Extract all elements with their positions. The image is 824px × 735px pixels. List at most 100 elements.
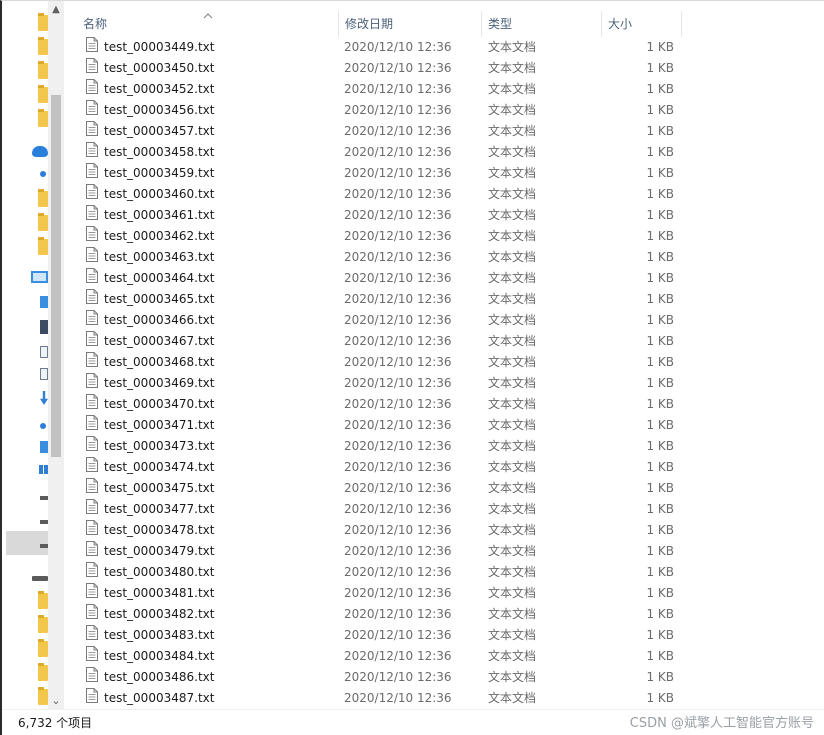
file-name[interactable]: test_00003479.txt (104, 541, 214, 562)
file-name[interactable]: test_00003467.txt (104, 331, 214, 352)
table-row[interactable]: test_00003452.txt 2020/12/10 12:36 文本文档 1 K… (77, 79, 824, 100)
folder-icon[interactable] (38, 85, 48, 103)
table-row[interactable]: test_00003482.txt 2020/12/10 12:36 文本文档 1 K… (77, 604, 824, 625)
downloads-icon[interactable] (40, 391, 48, 405)
file-name[interactable]: test_00003457.txt (104, 121, 214, 142)
file-name[interactable]: test_00003460.txt (104, 184, 214, 205)
table-row[interactable]: test_00003462.txt 2020/12/10 12:36 文本文档 1 K… (77, 226, 824, 247)
table-row[interactable]: test_00003481.txt 2020/12/10 12:36 文本文档 1 K… (77, 583, 824, 604)
file-name[interactable]: test_00003486.txt (104, 667, 214, 688)
table-row[interactable]: test_00003475.txt 2020/12/10 12:36 文本文档 1 K… (77, 478, 824, 499)
file-name[interactable]: test_00003484.txt (104, 646, 214, 667)
file-name[interactable]: test_00003449.txt (104, 37, 214, 58)
file-name[interactable]: test_00003466.txt (104, 310, 214, 331)
folder-icon[interactable] (38, 615, 48, 633)
windows-drive-icon[interactable] (39, 465, 48, 474)
table-row[interactable]: test_00003457.txt 2020/12/10 12:36 文本文档 1 K… (77, 121, 824, 142)
file-name[interactable]: test_00003480.txt (104, 562, 214, 583)
documents-icon[interactable] (40, 368, 48, 380)
file-name[interactable]: test_00003456.txt (104, 100, 214, 121)
table-row[interactable]: test_00003460.txt 2020/12/10 12:36 文本文档 1 K… (77, 184, 824, 205)
file-name[interactable]: test_00003464.txt (104, 268, 214, 289)
file-name[interactable]: test_00003461.txt (104, 205, 214, 226)
table-row[interactable]: test_00003468.txt 2020/12/10 12:36 文本文档 1 K… (77, 352, 824, 373)
file-name[interactable]: test_00003478.txt (104, 520, 214, 541)
table-row[interactable]: test_00003480.txt 2020/12/10 12:36 文本文档 1 K… (77, 562, 824, 583)
table-row[interactable]: test_00003459.txt 2020/12/10 12:36 文本文档 1 K… (77, 163, 824, 184)
drive-icon[interactable] (40, 496, 48, 500)
table-row[interactable]: test_00003479.txt 2020/12/10 12:36 文本文档 1 K… (77, 541, 824, 562)
table-row[interactable]: test_00003487.txt 2020/12/10 12:36 文本文档 1 K… (77, 688, 824, 709)
file-name[interactable]: test_00003470.txt (104, 394, 214, 415)
scroll-down-icon[interactable]: ⌄ (48, 693, 64, 709)
file-name[interactable]: test_00003473.txt (104, 436, 214, 457)
scroll-up-icon[interactable]: ▲ (48, 1, 64, 19)
folder-icon[interactable] (38, 213, 48, 231)
table-row[interactable]: test_00003458.txt 2020/12/10 12:36 文本文档 1 K… (77, 142, 824, 163)
file-name[interactable]: test_00003475.txt (104, 478, 214, 499)
file-name[interactable]: test_00003462.txt (104, 226, 214, 247)
folder-icon[interactable] (38, 687, 48, 705)
folder-icon[interactable] (38, 37, 48, 55)
table-row[interactable]: test_00003477.txt 2020/12/10 12:36 文本文档 1 K… (77, 499, 824, 520)
file-name[interactable]: test_00003450.txt (104, 58, 214, 79)
table-row[interactable]: test_00003483.txt 2020/12/10 12:36 文本文档 1 K… (77, 625, 824, 646)
table-row[interactable]: test_00003484.txt 2020/12/10 12:36 文本文档 1 K… (77, 646, 824, 667)
table-row[interactable]: test_00003470.txt 2020/12/10 12:36 文本文档 1 K… (77, 394, 824, 415)
file-name[interactable]: test_00003481.txt (104, 583, 214, 604)
file-name[interactable]: test_00003483.txt (104, 625, 214, 646)
table-row[interactable]: test_00003461.txt 2020/12/10 12:36 文本文档 1 K… (77, 205, 824, 226)
table-row[interactable]: test_00003465.txt 2020/12/10 12:36 文本文档 1 K… (77, 289, 824, 310)
table-row[interactable]: test_00003450.txt 2020/12/10 12:36 文本文档 1 K… (77, 58, 824, 79)
file-name[interactable]: test_00003465.txt (104, 289, 214, 310)
folder-icon[interactable] (38, 109, 48, 127)
file-name[interactable]: test_00003452.txt (104, 79, 214, 100)
table-row[interactable]: test_00003456.txt 2020/12/10 12:36 文本文档 1 K… (77, 100, 824, 121)
column-header-size[interactable]: 大小 (602, 11, 682, 37)
column-header-type[interactable]: 类型 (482, 11, 602, 37)
pictures-icon[interactable] (40, 346, 48, 358)
table-row[interactable]: test_00003474.txt 2020/12/10 12:36 文本文档 1 K… (77, 457, 824, 478)
file-name[interactable]: test_00003459.txt (104, 163, 214, 184)
file-name[interactable]: test_00003458.txt (104, 142, 214, 163)
table-row[interactable]: test_00003449.txt 2020/12/10 12:36 文本文档 1 K… (77, 37, 824, 58)
nav-scrollbar[interactable]: ▲ ⌄ (48, 1, 64, 709)
file-name[interactable]: test_00003482.txt (104, 604, 214, 625)
file-name[interactable]: test_00003468.txt (104, 352, 214, 373)
drive-icon[interactable] (40, 520, 48, 524)
column-header-date[interactable]: 修改日期 (339, 11, 482, 37)
table-row[interactable]: test_00003466.txt 2020/12/10 12:36 文本文档 1 K… (77, 310, 824, 331)
table-row[interactable]: test_00003473.txt 2020/12/10 12:36 文本文档 1 K… (77, 436, 824, 457)
folder-icon[interactable] (38, 13, 48, 31)
file-name[interactable]: test_00003469.txt (104, 373, 214, 394)
folder-icon[interactable] (38, 639, 48, 657)
this-pc-icon[interactable] (31, 271, 48, 283)
table-row[interactable]: test_00003471.txt 2020/12/10 12:36 文本文档 1 K… (77, 415, 824, 436)
table-row[interactable]: test_00003467.txt 2020/12/10 12:36 文本文档 1 K… (77, 331, 824, 352)
folder-icon[interactable] (38, 189, 48, 207)
objects-3d-icon[interactable] (40, 296, 48, 308)
videos-icon[interactable] (40, 320, 48, 334)
table-row[interactable]: test_00003464.txt 2020/12/10 12:36 文本文档 1 K… (77, 268, 824, 289)
music-icon[interactable] (40, 423, 46, 429)
column-header-name[interactable]: 名称 (77, 11, 339, 37)
scrollbar-thumb[interactable] (51, 95, 61, 457)
folder-icon[interactable] (38, 61, 48, 79)
network-icon[interactable] (40, 171, 46, 177)
file-name[interactable]: test_00003463.txt (104, 247, 214, 268)
file-name[interactable]: test_00003471.txt (104, 415, 214, 436)
folder-icon[interactable] (38, 591, 48, 609)
navigation-pane[interactable]: ▲ ⌄ (4, 1, 64, 709)
table-row[interactable]: test_00003486.txt 2020/12/10 12:36 文本文档 1 K… (77, 667, 824, 688)
folder-icon[interactable] (38, 237, 48, 255)
nav-selected-item[interactable] (6, 531, 50, 555)
file-name[interactable]: test_00003487.txt (104, 688, 214, 709)
network-drive-icon[interactable] (32, 576, 48, 581)
folder-icon[interactable] (38, 663, 48, 681)
file-name[interactable]: test_00003474.txt (104, 457, 214, 478)
desktop-icon[interactable] (40, 441, 48, 453)
file-name[interactable]: test_00003477.txt (104, 499, 214, 520)
table-row[interactable]: test_00003469.txt 2020/12/10 12:36 文本文档 1 K… (77, 373, 824, 394)
table-row[interactable]: test_00003463.txt 2020/12/10 12:36 文本文档 1 K… (77, 247, 824, 268)
table-row[interactable]: test_00003478.txt 2020/12/10 12:36 文本文档 1 K… (77, 520, 824, 541)
